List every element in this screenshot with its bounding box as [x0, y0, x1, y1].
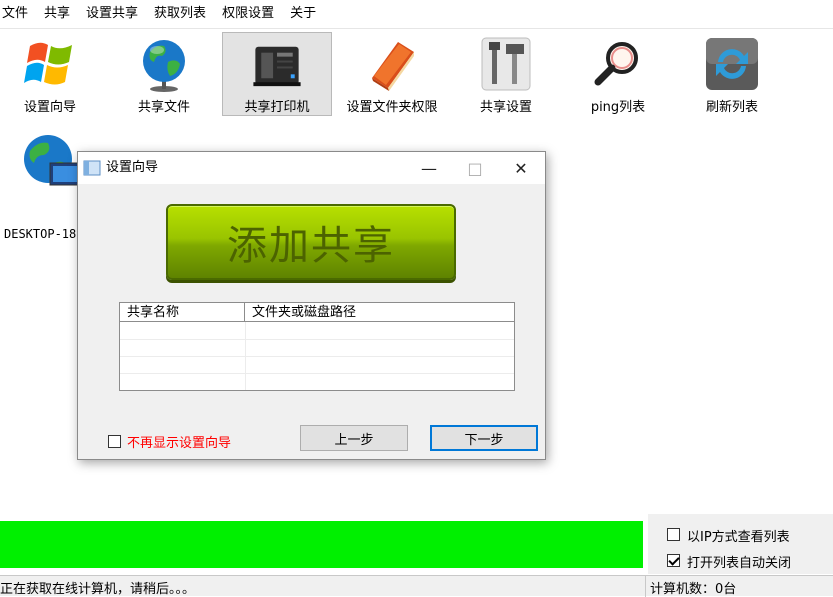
previous-button[interactable]: 上一步	[300, 425, 408, 451]
folder-book-icon	[372, 42, 414, 91]
computer-name: DESKTOP-18	[4, 227, 77, 241]
status-divider	[645, 576, 646, 597]
magnifier-icon	[594, 42, 638, 86]
share-table: 共享名称 文件夹或磁盘路径	[119, 302, 515, 391]
toolbar-setup-wizard-button[interactable]: 设置向导	[0, 32, 105, 116]
toolbar-folder-permissions-button[interactable]: 设置文件夹权限	[337, 32, 447, 116]
toolbar-label: 共享设置	[479, 100, 532, 115]
menu-bar: 文件 共享 设置共享 获取列表 权限设置 关于	[0, 0, 833, 28]
menu-get-list[interactable]: 获取列表	[146, 0, 214, 28]
view-by-ip-checkbox[interactable]	[667, 528, 680, 541]
setup-wizard-dialog: 设置向导 — □ ✕ 添加共享 共享名称 文件夹或磁盘路径 不再显示设置向导 上…	[77, 151, 546, 460]
tools-icon	[481, 37, 531, 91]
row-line	[120, 339, 514, 340]
toolbar-share-printer-button[interactable]: 共享打印机	[222, 32, 332, 116]
list-options: 以IP方式查看列表 打开列表自动关闭	[648, 514, 833, 574]
printer-icon	[253, 46, 301, 87]
maximize-button[interactable]: □	[452, 152, 498, 184]
toolbar-label: 共享文件	[137, 100, 190, 115]
menu-share[interactable]: 共享	[36, 0, 78, 28]
globe-icon	[143, 40, 185, 92]
view-by-ip-label[interactable]: 以IP方式查看列表	[687, 526, 790, 545]
toolbar-label: 刷新列表	[705, 100, 758, 115]
status-message: 正在获取在线计算机，请稍后。。。	[0, 582, 196, 597]
column-share-name[interactable]: 共享名称	[120, 303, 245, 321]
status-bar: 正在获取在线计算机，请稍后。。。 计算机数：0台	[0, 575, 833, 597]
toolbar-share-files-button[interactable]: 共享文件	[109, 32, 219, 116]
refresh-icon	[706, 38, 758, 90]
dialog-title-bar[interactable]: 设置向导 — □ ✕	[78, 152, 545, 184]
dialog-title: 设置向导	[106, 160, 159, 175]
share-table-header: 共享名称 文件夹或磁盘路径	[120, 303, 514, 322]
row-line	[120, 356, 514, 357]
toolbar-label: 设置向导	[23, 100, 76, 115]
wizard-window-icon	[83, 160, 101, 176]
auto-close-label[interactable]: 打开列表自动关闭	[687, 552, 791, 571]
toolbar-label: 共享打印机	[244, 100, 310, 115]
toolbar-share-settings-button[interactable]: 共享设置	[451, 32, 561, 116]
network-computer-icon	[24, 135, 81, 186]
menu-permission-settings[interactable]: 权限设置	[214, 0, 282, 28]
dont-show-wizard-checkbox[interactable]	[108, 435, 121, 448]
add-share-button[interactable]: 添加共享	[166, 204, 456, 280]
computer-count: 计算机数：0台	[650, 582, 737, 597]
dont-show-wizard-label[interactable]: 不再显示设置向导	[127, 432, 231, 451]
toolbar-label: ping列表	[590, 100, 646, 115]
menu-about[interactable]: 关于	[282, 0, 324, 28]
row-line	[120, 373, 514, 374]
progress-bar	[0, 521, 643, 568]
auto-close-checkbox[interactable]	[667, 554, 680, 567]
column-folder-path[interactable]: 文件夹或磁盘路径	[245, 303, 514, 321]
windows-logo-icon	[24, 42, 72, 85]
menu-file[interactable]: 文件	[0, 0, 36, 28]
toolbar: 设置向导 共享文件 共享打印机 设置文件夹权限 共享设置 ping列表 刷新列表	[0, 28, 833, 122]
toolbar-label: 设置文件夹权限	[346, 100, 438, 115]
next-button[interactable]: 下一步	[430, 425, 538, 451]
minimize-button[interactable]: —	[406, 152, 452, 184]
close-button[interactable]: ✕	[498, 152, 544, 184]
toolbar-refresh-list-button[interactable]: 刷新列表	[677, 32, 787, 116]
menu-set-share[interactable]: 设置共享	[78, 0, 146, 28]
toolbar-ping-list-button[interactable]: ping列表	[563, 32, 673, 116]
